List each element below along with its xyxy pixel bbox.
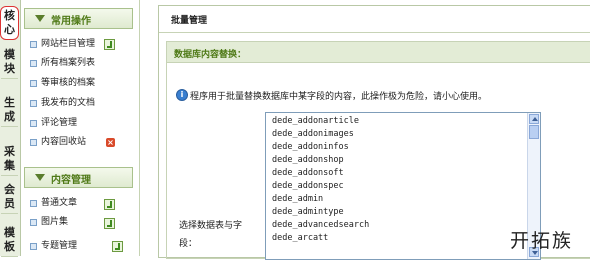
list-item[interactable]: dede_admin xyxy=(272,194,323,204)
watermark-text: 开拓族 xyxy=(510,230,574,252)
list-item[interactable]: dede_addonarticle xyxy=(272,116,359,126)
module-tab-strip: 核心 模块 生成 采集 会员 模板 xyxy=(0,0,21,257)
section-title: 数据库内容替换： xyxy=(174,50,247,60)
tab-collect[interactable]: 采集 xyxy=(1,145,18,176)
add-icon[interactable] xyxy=(104,39,115,50)
bullet-icon xyxy=(30,242,37,250)
scroll-thumb[interactable] xyxy=(529,125,539,139)
list-item[interactable]: dede_advancedsearch xyxy=(272,220,369,230)
sidebar-item-comments[interactable]: 评论管理 xyxy=(30,116,77,130)
sidebar-item-image-sets[interactable]: 图片集 xyxy=(30,215,68,229)
add-icon[interactable] xyxy=(112,241,123,252)
list-item[interactable]: dede_addonimages xyxy=(272,129,354,139)
bullet-icon xyxy=(30,59,37,67)
add-icon[interactable] xyxy=(104,199,115,210)
panel-divider xyxy=(139,0,140,256)
sidebar-item-articles[interactable]: 普通文章 xyxy=(30,196,77,210)
tab-modules[interactable]: 模块 xyxy=(1,48,18,79)
list-item[interactable]: dede_addoninfos xyxy=(272,142,349,152)
bullet-icon xyxy=(30,199,37,207)
list-item[interactable]: dede_addonsoft xyxy=(272,168,344,178)
page-title: 批量管理 xyxy=(171,16,208,26)
section-header: 数据库内容替换： xyxy=(167,42,590,63)
warning-text: 程序用于批量替换数据库中某字段的内容，此操作极为危险，请小心使用。 xyxy=(190,92,488,102)
scroll-up-button[interactable] xyxy=(529,114,539,124)
bullet-icon xyxy=(30,218,37,226)
sidebar-item-topics[interactable]: 专题管理 xyxy=(30,239,77,253)
group-header-common[interactable]: 常用操作 xyxy=(24,8,133,29)
sidebar-item-recycle-bin[interactable]: 内容回收站 xyxy=(30,135,86,149)
sidebar-item-category-manage[interactable]: 网站栏目管理 xyxy=(30,37,95,51)
collapse-triangle-icon xyxy=(35,15,45,22)
tab-members[interactable]: 会员 xyxy=(1,183,18,214)
list-item[interactable]: dede_addonspec xyxy=(272,181,344,191)
add-icon[interactable] xyxy=(104,218,115,229)
bullet-icon xyxy=(30,79,37,87)
tab-core[interactable]: 核心 xyxy=(0,6,19,40)
collapse-triangle-icon xyxy=(35,174,45,181)
delete-icon[interactable]: × xyxy=(106,138,115,147)
group-title: 常用操作 xyxy=(51,16,91,27)
table-field-listbox[interactable]: dede_addonarticle dede_addonimages dede_… xyxy=(265,112,541,260)
sidebar-item-my-documents[interactable]: 我发布的文档 xyxy=(30,96,95,110)
tab-generate[interactable]: 生成 xyxy=(1,96,18,127)
bullet-icon xyxy=(30,138,37,146)
sidebar-item-all-archives[interactable]: 所有档案列表 xyxy=(30,56,95,70)
list-item[interactable]: dede_admintype xyxy=(272,207,344,217)
chevron-up-icon xyxy=(532,117,538,121)
group-header-content[interactable]: 内容管理 xyxy=(24,167,133,188)
bullet-icon xyxy=(30,99,37,107)
list-item[interactable]: dede_addonshop xyxy=(272,155,344,165)
info-icon: i xyxy=(176,89,188,101)
bullet-icon xyxy=(30,119,37,127)
sidebar: 常用操作 网站栏目管理 所有档案列表 等审核的档案 我发布的文档 评论管理 内容… xyxy=(24,0,133,256)
sidebar-item-pending-archives[interactable]: 等审核的档案 xyxy=(30,76,95,90)
main-header: 批量管理 xyxy=(159,6,590,33)
bullet-icon xyxy=(30,40,37,48)
main-panel: 批量管理 数据库内容替换： i 程序用于批量替换数据库中某字段的内容，此操作极为… xyxy=(158,5,590,260)
select-table-label: 选择数据表与字段： xyxy=(179,221,243,249)
group-title: 内容管理 xyxy=(51,175,91,186)
list-item[interactable]: dede_arcatt xyxy=(272,233,328,243)
tab-templates[interactable]: 模板 xyxy=(1,226,18,257)
